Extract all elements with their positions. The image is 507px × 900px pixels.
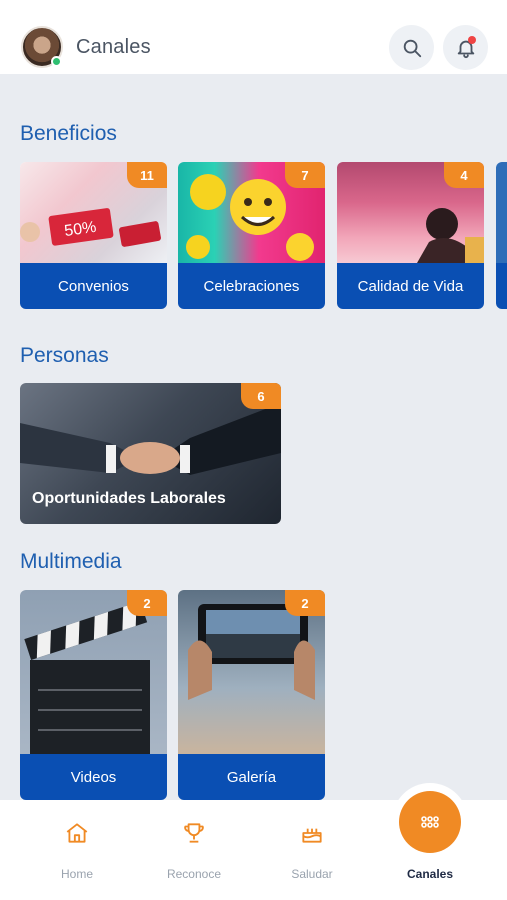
nav-item-home[interactable]: Home bbox=[27, 800, 127, 900]
card-label: Oportunidades Laborales bbox=[32, 490, 226, 507]
count-badge: 2 bbox=[285, 590, 325, 616]
nav-item-reconoce[interactable]: Reconoce bbox=[144, 800, 244, 900]
count-badge: 11 bbox=[127, 162, 167, 188]
section-title-beneficios: Beneficios bbox=[20, 122, 117, 145]
nav-label: Reconoce bbox=[166, 867, 222, 881]
card-celebraciones[interactable]: 7 Celebraciones bbox=[178, 162, 325, 309]
section-title-multimedia: Multimedia bbox=[20, 550, 122, 573]
nav-label-active: Canales bbox=[406, 867, 454, 881]
card-label: Videos bbox=[20, 754, 167, 800]
count-badge: 6 bbox=[241, 383, 281, 409]
notification-dot bbox=[468, 36, 476, 44]
count-badge: 2 bbox=[127, 590, 167, 616]
card-label: Convenios bbox=[20, 263, 167, 309]
home-icon bbox=[66, 823, 88, 843]
card-label: Galería bbox=[178, 754, 325, 800]
card-videos[interactable]: 2 Videos bbox=[20, 590, 167, 800]
search-button[interactable] bbox=[389, 25, 434, 70]
canales-fab-button[interactable] bbox=[399, 791, 461, 853]
nav-label: Home bbox=[60, 867, 93, 881]
section-title-personas: Personas bbox=[20, 344, 109, 367]
top-header: Canales bbox=[0, 0, 507, 74]
card-calidad-de-vida[interactable]: 4 Calidad de Vida bbox=[337, 162, 484, 309]
card-next-partial[interactable] bbox=[496, 162, 507, 309]
card-oportunidades-laborales[interactable]: 6 Oportunidades Laborales bbox=[20, 383, 281, 524]
partial-card-label-bar bbox=[496, 263, 507, 309]
card-convenios[interactable]: 50% 11 Convenios bbox=[20, 162, 167, 309]
card-label: Calidad de Vida bbox=[337, 263, 484, 309]
count-badge: 4 bbox=[444, 162, 484, 188]
online-status-dot bbox=[51, 56, 62, 67]
grid-icon bbox=[421, 816, 439, 828]
nav-item-saludar[interactable]: Saludar bbox=[262, 800, 362, 900]
nav-label: Saludar bbox=[291, 867, 333, 881]
card-galeria[interactable]: 2 Galería bbox=[178, 590, 325, 800]
count-badge: 7 bbox=[285, 162, 325, 188]
partial-card-image bbox=[496, 162, 507, 263]
card-label: Celebraciones bbox=[178, 263, 325, 309]
cake-icon bbox=[302, 828, 322, 843]
notifications-button[interactable] bbox=[443, 25, 488, 70]
page-title: Canales bbox=[76, 36, 151, 58]
trophy-icon bbox=[184, 823, 204, 843]
search-icon bbox=[403, 39, 421, 57]
